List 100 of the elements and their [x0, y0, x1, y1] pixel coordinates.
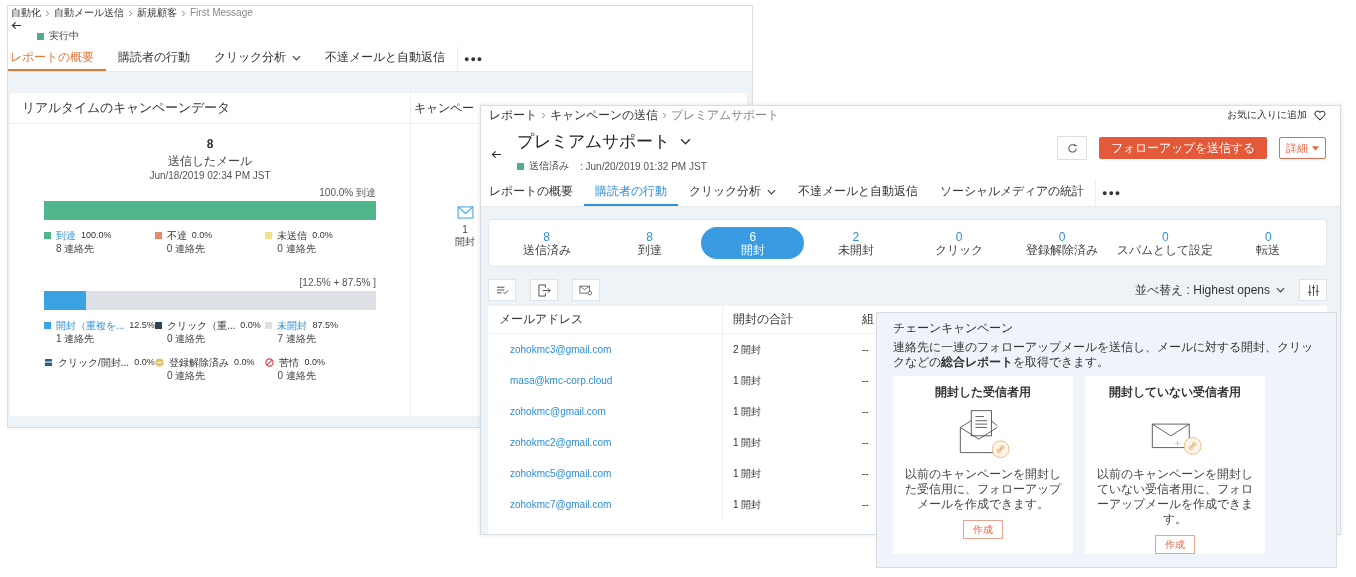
legend-label: 不達	[166, 229, 187, 242]
tab[interactable]: クリック分析	[678, 179, 787, 206]
more-tab[interactable]: ●●●	[457, 46, 490, 71]
more-tab[interactable]: ●●●	[1095, 179, 1128, 206]
chevron-icon	[662, 111, 667, 119]
favorite-link[interactable]: お気に入りに追加	[1227, 108, 1307, 122]
table-cell-text: 1 開封	[732, 435, 763, 450]
contact-count: 0 連絡先	[166, 332, 207, 346]
bar-caption: 100.0% 到達	[319, 186, 376, 199]
table-cell-text: --	[862, 374, 869, 388]
refresh-icon	[1066, 142, 1078, 154]
legend-label: 登録解除済み	[168, 356, 229, 369]
status-icon	[37, 32, 44, 40]
legend-label: 苦情	[279, 356, 300, 369]
legend-value: 0.0%	[312, 229, 333, 242]
legend-label: 未送信	[277, 229, 308, 242]
panel-title: チェーンキャンペーン	[893, 320, 1014, 336]
chevron-icon	[541, 111, 546, 119]
caret-icon	[1276, 287, 1285, 293]
breadcrumb-item[interactable]: 自動化	[11, 6, 41, 20]
panel-title: リアルタイムのキャンペーンデータ	[10, 93, 410, 124]
contact-count: 0 連絡先	[277, 369, 317, 383]
table-cell-text: --	[862, 405, 869, 419]
email-link[interactable]: zohokmc5@gmail.com	[510, 468, 612, 479]
list-check-icon[interactable]	[488, 279, 516, 301]
email-link[interactable]: zohokmc3@gmail.com	[510, 344, 612, 355]
heart-icon[interactable]	[1314, 109, 1326, 121]
breadcrumb-item[interactable]: キャンペーンの送信	[550, 108, 658, 122]
campaign-title: プレミアムサポート	[517, 131, 670, 153]
contact-count: 1 連絡先	[56, 332, 96, 346]
table-cell-text: --	[862, 436, 869, 450]
legend-label[interactable]: 開封（重複を...	[56, 319, 125, 332]
contact-count: 0 連絡先	[277, 242, 317, 256]
card-description: 以前のキャンペーンを開封した受信用に、フォローアップメールを作成できます。	[904, 467, 1063, 512]
contact-count: 0 連絡先	[166, 369, 207, 383]
legend-value: 0.0%	[134, 356, 155, 369]
table-cell-text: 1 開封	[732, 466, 763, 481]
tab[interactable]: ソーシャルメディアの統計	[929, 179, 1095, 206]
legend-value: 12.5%	[129, 319, 155, 332]
tab[interactable]: 不達メールと自動返信	[787, 179, 929, 206]
contact-count: 0 連絡先	[166, 242, 206, 256]
envelope-icon	[456, 206, 474, 219]
card-title: 開封していない受信者用	[1109, 384, 1241, 401]
tab[interactable]: レポートの概要	[481, 179, 584, 206]
legend-value: 100.0%	[81, 229, 112, 242]
status-text: 実行中	[49, 29, 79, 43]
breadcrumb-item[interactable]: レポート	[489, 108, 537, 122]
legend-label[interactable]: 到達	[56, 229, 76, 242]
stat-tab[interactable]: 8 到達	[598, 227, 702, 259]
tab[interactable]: クリック分析	[202, 46, 313, 71]
email-link[interactable]: zohokmc2@gmail.com	[510, 437, 612, 448]
send-follow-up-button[interactable]: フォローアップを送信する	[1099, 137, 1267, 159]
back-arrow-icon[interactable]	[11, 21, 22, 30]
breadcrumb-item[interactable]: 自動メール送信	[54, 6, 124, 20]
contact-count: 7 連絡先	[277, 332, 317, 346]
legend-label: クリック/開封...	[58, 356, 130, 369]
table-cell-text: 1 開封	[732, 404, 763, 419]
stat-tab[interactable]: 2 未開封	[804, 227, 908, 259]
email-link[interactable]: masa@kmc-corp.cloud	[510, 375, 613, 386]
open-count: 1	[462, 224, 468, 236]
sent-date: Jun/18/2019 02:34 PM JST	[149, 170, 271, 182]
export-icon[interactable]	[530, 279, 558, 301]
column-header: メールアドレス	[488, 306, 723, 333]
legend-label[interactable]: 未開封	[277, 319, 308, 332]
mail-settings-icon[interactable]	[572, 279, 600, 301]
bar-caption: [12.5% + 87.5% ]	[299, 276, 376, 289]
table-cell-text: 2 開封	[732, 342, 763, 357]
card-title: 開封した受信者用	[935, 384, 1031, 401]
stat-tab[interactable]: 0 スパムとして設定	[1113, 227, 1217, 259]
column-header: 組	[862, 311, 874, 328]
breadcrumb-item: First Message	[190, 6, 253, 20]
tab[interactable]: 購読者の行動	[106, 46, 202, 71]
stat-tab[interactable]: 8 送信済み	[495, 227, 599, 259]
table-cell-text: --	[862, 467, 869, 481]
contact-count: 8 連絡先	[56, 242, 96, 256]
legend-value: 0.0%	[304, 356, 325, 369]
caret-icon[interactable]	[680, 138, 691, 145]
table-cell-text: 1 開封	[732, 497, 763, 512]
stat-tab[interactable]: 0 転送	[1216, 227, 1320, 259]
table-cell-text: --	[862, 343, 869, 357]
panel-description: 連絡先に一連のフォローアップメールを送信し、メールに対する開封、クリックなどの総合レポートを取得できます。	[893, 340, 1314, 370]
legend-value: 0.0%	[233, 356, 255, 369]
email-link[interactable]: zohokmc7@gmail.com	[510, 499, 612, 510]
legend-label: クリック（重...	[166, 319, 236, 332]
back-arrow-icon[interactable]	[491, 150, 502, 159]
filter-icon[interactable]	[1299, 279, 1327, 301]
legend-value: 87.5%	[312, 319, 338, 332]
sent-count: 8	[206, 136, 214, 152]
stat-tab[interactable]: 0 クリック	[907, 227, 1011, 259]
refresh-button[interactable]	[1057, 136, 1087, 160]
stat-tab[interactable]: 0 登録解除済み	[1010, 227, 1114, 259]
sort-dropdown[interactable]: 並べ替え : Highest opens	[1135, 281, 1270, 299]
email-link[interactable]: zohokmc@gmail.com	[510, 406, 606, 417]
breadcrumb-item[interactable]: 新規顧客	[137, 6, 177, 20]
tab[interactable]: 不達メールと自動返信	[313, 46, 457, 71]
sent-date: : Jun/20/2019 01:32 PM JST	[580, 160, 707, 172]
chevron-icon	[181, 9, 186, 17]
chevron-icon	[45, 9, 50, 17]
chevron-icon	[128, 9, 133, 17]
table-cell-text: --	[862, 498, 869, 512]
